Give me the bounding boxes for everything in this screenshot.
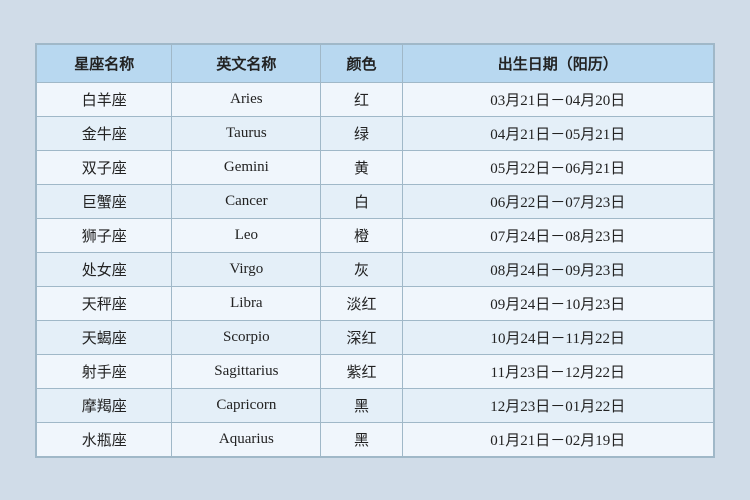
cell-chinese: 双子座 [37,150,172,184]
cell-english: Libra [172,286,321,320]
cell-english: Sagittarius [172,354,321,388]
cell-date: 05月22日－06月21日 [402,150,713,184]
zodiac-table-container: 星座名称 英文名称 颜色 出生日期（阳历） 白羊座Aries红03月21日－04… [35,43,715,458]
cell-date: 10月24日－11月22日 [402,320,713,354]
table-body: 白羊座Aries红03月21日－04月20日金牛座Taurus绿04月21日－0… [37,82,714,456]
cell-chinese: 狮子座 [37,218,172,252]
cell-color: 绿 [321,116,402,150]
table-row: 白羊座Aries红03月21日－04月20日 [37,82,714,116]
cell-color: 深红 [321,320,402,354]
cell-color: 黑 [321,422,402,456]
header-chinese: 星座名称 [37,44,172,82]
cell-english: Gemini [172,150,321,184]
cell-english: Aquarius [172,422,321,456]
header-english: 英文名称 [172,44,321,82]
table-row: 双子座Gemini黄05月22日－06月21日 [37,150,714,184]
cell-date: 11月23日－12月22日 [402,354,713,388]
cell-color: 紫红 [321,354,402,388]
cell-color: 淡红 [321,286,402,320]
table-row: 天蝎座Scorpio深红10月24日－11月22日 [37,320,714,354]
table-row: 摩羯座Capricorn黑12月23日－01月22日 [37,388,714,422]
cell-chinese: 金牛座 [37,116,172,150]
cell-english: Virgo [172,252,321,286]
zodiac-table: 星座名称 英文名称 颜色 出生日期（阳历） 白羊座Aries红03月21日－04… [36,44,714,457]
table-row: 处女座Virgo灰08月24日－09月23日 [37,252,714,286]
cell-color: 黑 [321,388,402,422]
cell-date: 01月21日－02月19日 [402,422,713,456]
cell-date: 12月23日－01月22日 [402,388,713,422]
table-row: 天秤座Libra淡红09月24日－10月23日 [37,286,714,320]
cell-chinese: 巨蟹座 [37,184,172,218]
cell-english: Cancer [172,184,321,218]
cell-chinese: 水瓶座 [37,422,172,456]
cell-english: Leo [172,218,321,252]
cell-chinese: 射手座 [37,354,172,388]
cell-color: 橙 [321,218,402,252]
cell-date: 04月21日－05月21日 [402,116,713,150]
table-header-row: 星座名称 英文名称 颜色 出生日期（阳历） [37,44,714,82]
cell-date: 03月21日－04月20日 [402,82,713,116]
cell-color: 灰 [321,252,402,286]
table-row: 巨蟹座Cancer白06月22日－07月23日 [37,184,714,218]
cell-english: Scorpio [172,320,321,354]
cell-color: 白 [321,184,402,218]
cell-date: 09月24日－10月23日 [402,286,713,320]
cell-chinese: 天蝎座 [37,320,172,354]
table-row: 射手座Sagittarius紫红11月23日－12月22日 [37,354,714,388]
cell-chinese: 天秤座 [37,286,172,320]
table-row: 水瓶座Aquarius黑01月21日－02月19日 [37,422,714,456]
cell-date: 06月22日－07月23日 [402,184,713,218]
cell-english: Capricorn [172,388,321,422]
cell-date: 07月24日－08月23日 [402,218,713,252]
cell-english: Taurus [172,116,321,150]
header-date: 出生日期（阳历） [402,44,713,82]
cell-color: 红 [321,82,402,116]
cell-color: 黄 [321,150,402,184]
table-row: 狮子座Leo橙07月24日－08月23日 [37,218,714,252]
cell-chinese: 处女座 [37,252,172,286]
cell-chinese: 白羊座 [37,82,172,116]
header-color: 颜色 [321,44,402,82]
table-row: 金牛座Taurus绿04月21日－05月21日 [37,116,714,150]
cell-chinese: 摩羯座 [37,388,172,422]
cell-date: 08月24日－09月23日 [402,252,713,286]
cell-english: Aries [172,82,321,116]
